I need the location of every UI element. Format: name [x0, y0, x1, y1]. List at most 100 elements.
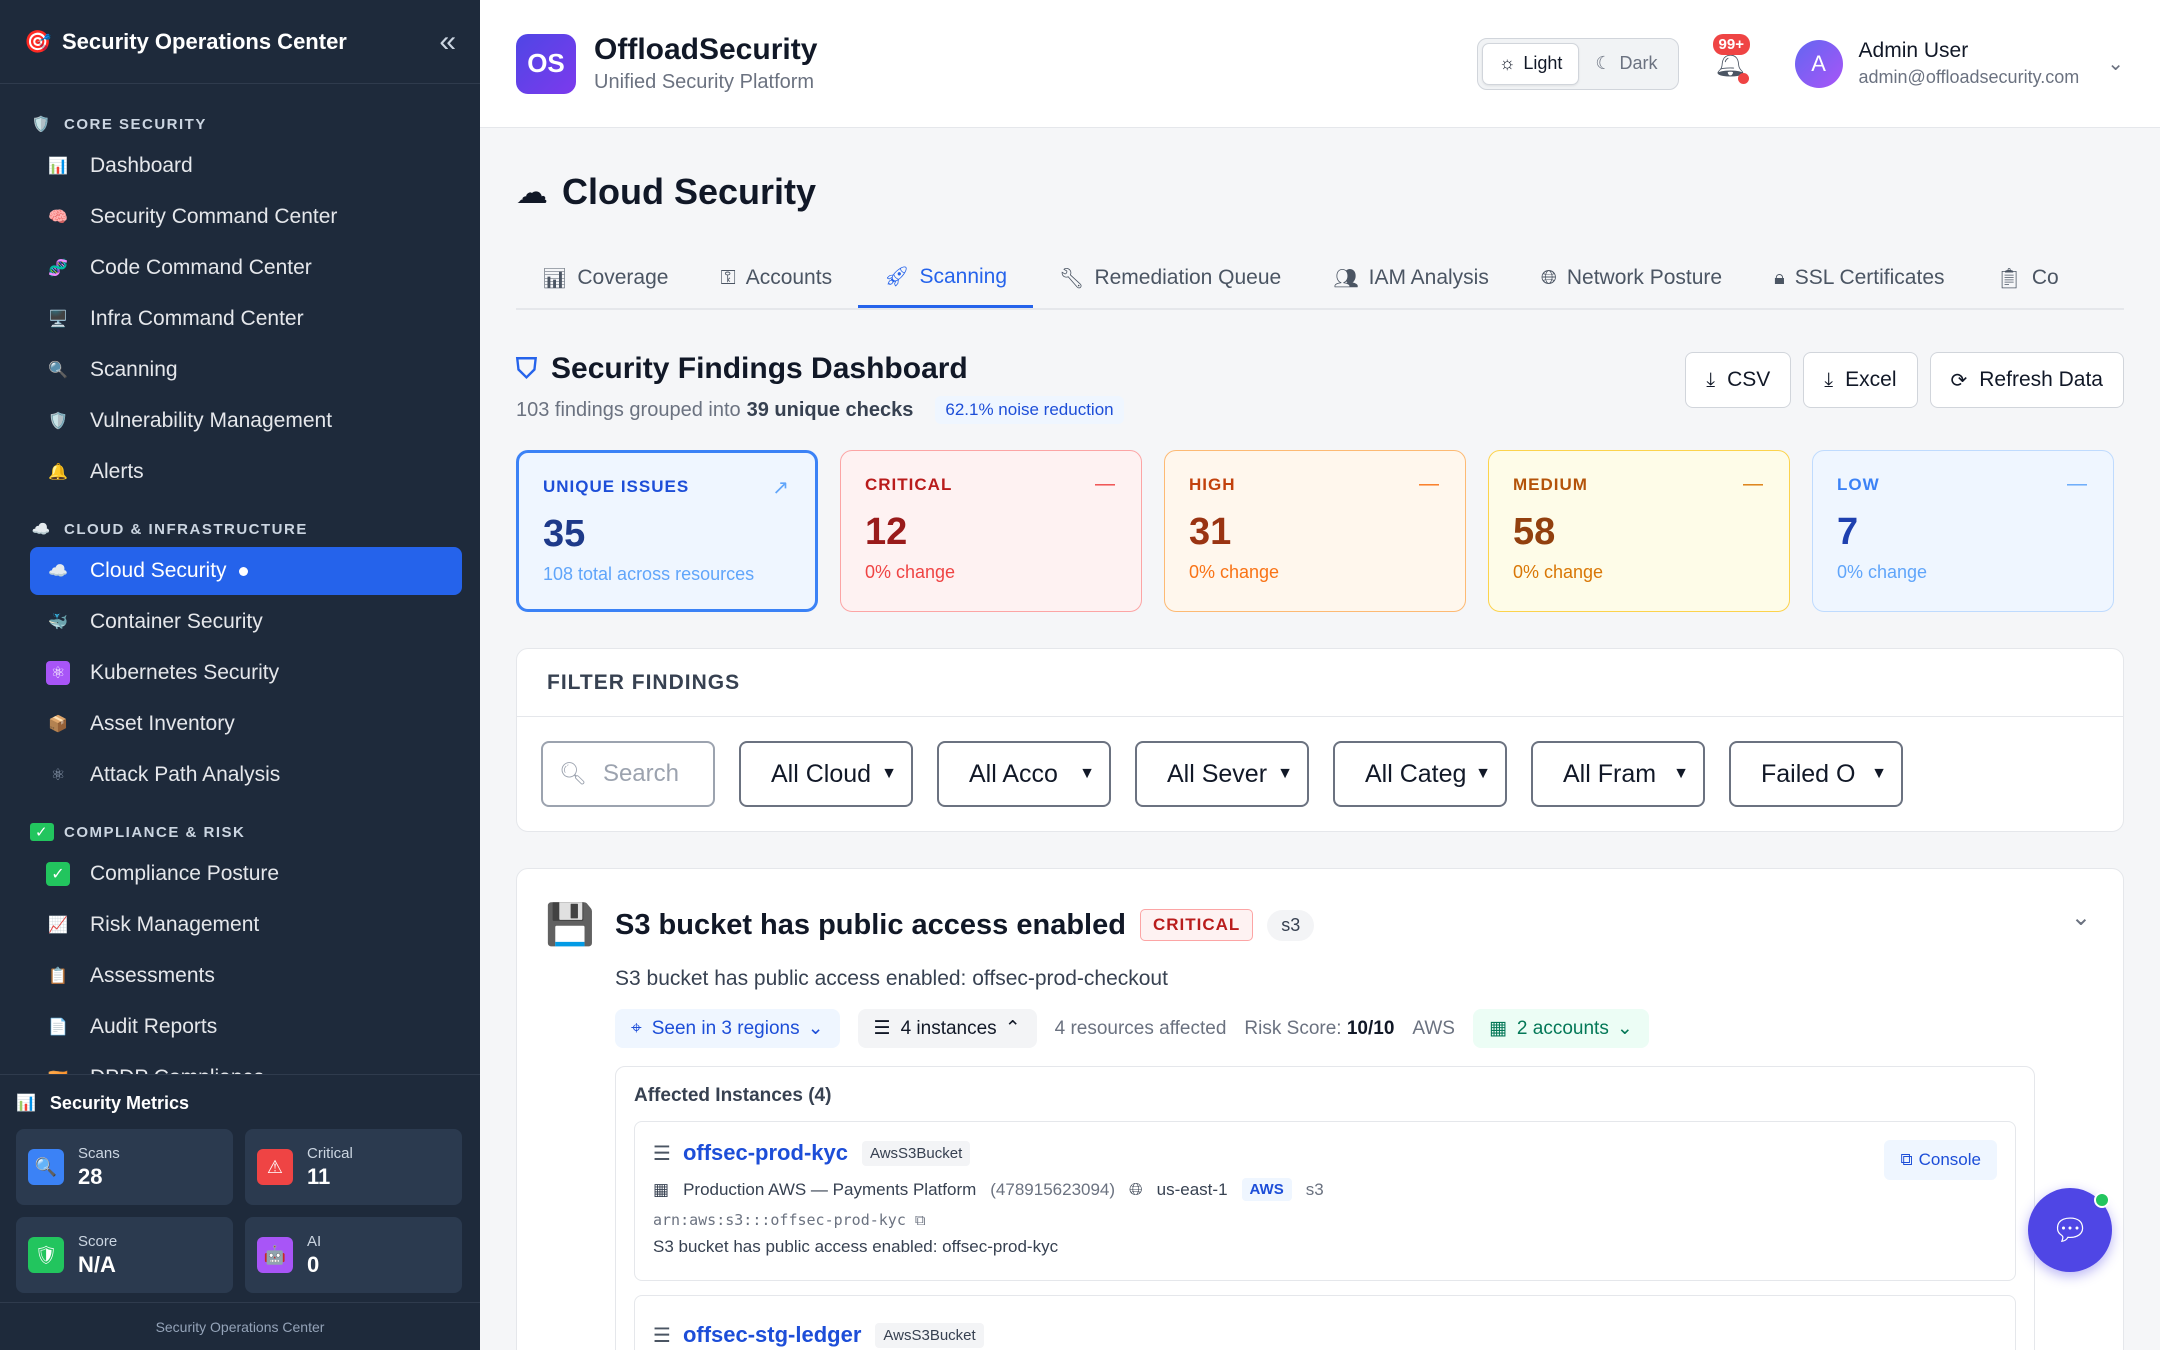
sidebar-item-scanning[interactable]: 🔍 Scanning	[30, 346, 462, 394]
line-chart-icon: 📈	[48, 917, 68, 934]
card-sub: 0% change	[1837, 562, 1928, 582]
metric-label: Critical	[307, 1144, 353, 1162]
metric-label: Score	[78, 1232, 118, 1250]
avatar[interactable]: A	[1794, 39, 1843, 88]
instance-account: Production AWS — Payments Platform	[683, 1179, 977, 1199]
accounts-label: 2 accounts	[1516, 1017, 1609, 1039]
tab-coverage[interactable]: 📊︎ Coverage	[516, 248, 694, 308]
card-sub: 0% change	[1513, 562, 1604, 582]
chevron-down-icon: ⌄	[1616, 1018, 1633, 1039]
tab-network-posture[interactable]: 🌐︎ Network Posture	[1515, 248, 1748, 308]
section-core-security: 🛡️ CORE SECURITY	[30, 106, 462, 142]
user-name: Admin User	[1858, 39, 1969, 62]
card-value: 35	[543, 513, 586, 555]
search-input[interactable]: 🔍︎ Search	[541, 741, 715, 807]
instance-name[interactable]: offsec-stg-ledger	[683, 1322, 861, 1348]
metrics-title-label: Security Metrics	[49, 1092, 189, 1113]
tab-iam-analysis[interactable]: 👥︎ IAM Analysis	[1307, 248, 1515, 308]
refresh-data-button[interactable]: ⟳ Refresh Data	[1929, 352, 2124, 408]
select-value: All Cloud	[771, 759, 872, 788]
tab-accounts[interactable]: ⚿ Accounts	[694, 248, 858, 308]
tab-label: Accounts	[745, 266, 833, 289]
user-menu[interactable]: Admin User admin@offloadsecurity.com	[1859, 39, 2080, 88]
theme-light-label: Light	[1523, 53, 1563, 73]
account-filter-select[interactable]: All Acco ▼	[937, 741, 1111, 807]
framework-filter-select[interactable]: All Fram ▼	[1531, 741, 1705, 807]
card-high[interactable]: HIGH — 31 0% change	[1164, 450, 1466, 612]
section-label: CLOUD & INFRASTRUCTURE	[64, 520, 308, 538]
export-excel-button[interactable]: ⤓ Excel	[1803, 352, 1918, 408]
tab-ssl-certificates[interactable]: 🔒︎ SSL Certificates	[1748, 248, 1970, 308]
card-unique-issues[interactable]: UNIQUE ISSUES ↗ 35 108 total across reso…	[516, 450, 818, 612]
cloud-filter-select[interactable]: All Cloud ▼	[739, 741, 913, 807]
sidebar-item-infra-command-center[interactable]: 🖥️ Infra Command Center	[30, 295, 462, 343]
sidebar-item-compliance-posture[interactable]: ✓ Compliance Posture	[30, 850, 462, 898]
theme-light-button[interactable]: ☼ Light	[1481, 42, 1580, 85]
chevron-down-icon[interactable]: ⌄	[2107, 51, 2124, 76]
metric-scans[interactable]: 🔍 Scans 28	[16, 1129, 233, 1205]
sidebar-item-code-command-center[interactable]: 🧬 Code Command Center	[30, 244, 462, 292]
sidebar-item-attack-path-analysis[interactable]: ⚛ Attack Path Analysis	[30, 751, 462, 799]
sidebar: 🎯 Security Operations Center « 🛡️ CORE SE…	[0, 0, 480, 1350]
finding-meta: ⌖ Seen in 3 regions ⌄ ☰ 4 instances ⌃ 4 reso…	[615, 1009, 2095, 1048]
instance-region: us-east-1	[1156, 1179, 1228, 1199]
category-filter-select[interactable]: All Categ ▼	[1333, 741, 1507, 807]
status-filter-select[interactable]: Failed O ▼	[1729, 741, 1903, 807]
tab-compliance[interactable]: 📋︎ Co	[1971, 248, 2085, 308]
document-icon: 📄	[48, 1019, 68, 1036]
instance-type: AwsS3Bucket	[875, 1322, 984, 1348]
console-button[interactable]: ⧉ Console	[1884, 1140, 1997, 1180]
copy-icon[interactable]: ⧉	[915, 1211, 926, 1229]
metric-critical[interactable]: ⚠ Critical 11	[245, 1129, 462, 1205]
sidebar-item-assessments[interactable]: 📋 Assessments	[30, 952, 462, 1000]
sidebar-item-label: Risk Management	[90, 913, 260, 936]
sidebar-item-security-command-center[interactable]: 🧠 Security Command Center	[30, 193, 462, 241]
building-icon: ▦	[1488, 1018, 1507, 1039]
tab-label: Network Posture	[1566, 266, 1723, 289]
collapse-sidebar-icon[interactable]: «	[439, 25, 456, 59]
sidebar-item-container-security[interactable]: 🐳 Container Security	[30, 598, 462, 646]
sidebar-footer: Security Operations Center	[0, 1302, 480, 1350]
tab-scanning[interactable]: 🚀︎ Scanning	[858, 248, 1034, 308]
card-sub: 0% change	[865, 562, 956, 582]
refresh-icon: ⟳	[1950, 369, 1968, 392]
download-icon: ⤓	[1706, 368, 1716, 391]
target-icon: 🎯	[24, 28, 52, 54]
sidebar-item-audit-reports[interactable]: 📄 Audit Reports	[30, 1003, 462, 1051]
card-medium[interactable]: MEDIUM — 58 0% change	[1488, 450, 1790, 612]
severity-filter-select[interactable]: All Sever ▼	[1135, 741, 1309, 807]
card-critical[interactable]: CRITICAL — 12 0% change	[840, 450, 1142, 612]
brand-subtitle: Unified Security Platform	[594, 71, 815, 93]
regions-toggle[interactable]: ⌖ Seen in 3 regions ⌄	[615, 1009, 840, 1048]
instance-service: s3	[1305, 1179, 1324, 1199]
metric-ai[interactable]: 🤖 AI 0	[245, 1217, 462, 1293]
sidebar-item-vulnerability-management[interactable]: 🛡️ Vulnerability Management	[30, 397, 462, 445]
sidebar-item-cloud-security[interactable]: ☁️ Cloud Security	[30, 547, 462, 595]
notifications-button[interactable]: 🔔︎ 99+	[1711, 33, 1751, 84]
sidebar-item-kubernetes-security[interactable]: ⚛ Kubernetes Security	[30, 649, 462, 697]
findings-summary: 103 findings grouped into 39 unique chec…	[516, 396, 1685, 424]
export-csv-button[interactable]: ⤓ CSV	[1685, 352, 1792, 408]
chevron-down-icon[interactable]: ⌄	[2071, 903, 2091, 932]
card-low[interactable]: LOW — 7 0% change	[1812, 450, 2114, 612]
chat-button[interactable]: 💬︎	[2028, 1188, 2112, 1272]
metric-score[interactable]: 🛡 Score N/A	[16, 1217, 233, 1293]
theme-dark-label: Dark	[1619, 53, 1658, 73]
select-value: Failed O	[1761, 759, 1856, 788]
instance-name[interactable]: offsec-prod-kyc	[683, 1140, 848, 1166]
affected-title: Affected Instances (4)	[634, 1085, 832, 1106]
filter-title: FILTER FINDINGS	[517, 649, 2123, 717]
sidebar-item-dpdp-compliance[interactable]: 🇮🇳 DPDP Compliance	[30, 1054, 462, 1074]
instances-toggle[interactable]: ☰ 4 instances ⌃	[857, 1009, 1037, 1048]
page-title: ☁︎ Cloud Security	[516, 168, 2124, 216]
whale-icon: 🐳	[48, 614, 68, 631]
console-label: Console	[1918, 1150, 1981, 1169]
tab-remediation-queue[interactable]: 🔧︎ Remediation Queue	[1033, 248, 1307, 308]
sidebar-item-alerts[interactable]: 🔔 Alerts	[30, 448, 462, 496]
sidebar-item-dashboard[interactable]: 📊 Dashboard	[30, 142, 462, 190]
sidebar-item-asset-inventory[interactable]: 📦 Asset Inventory	[30, 700, 462, 748]
accounts-toggle[interactable]: ▦ 2 accounts ⌄	[1472, 1009, 1649, 1048]
atom-icon: ⚛	[46, 661, 70, 685]
theme-dark-button[interactable]: ☾ Dark	[1579, 43, 1673, 85]
sidebar-item-risk-management[interactable]: 📈 Risk Management	[30, 901, 462, 949]
